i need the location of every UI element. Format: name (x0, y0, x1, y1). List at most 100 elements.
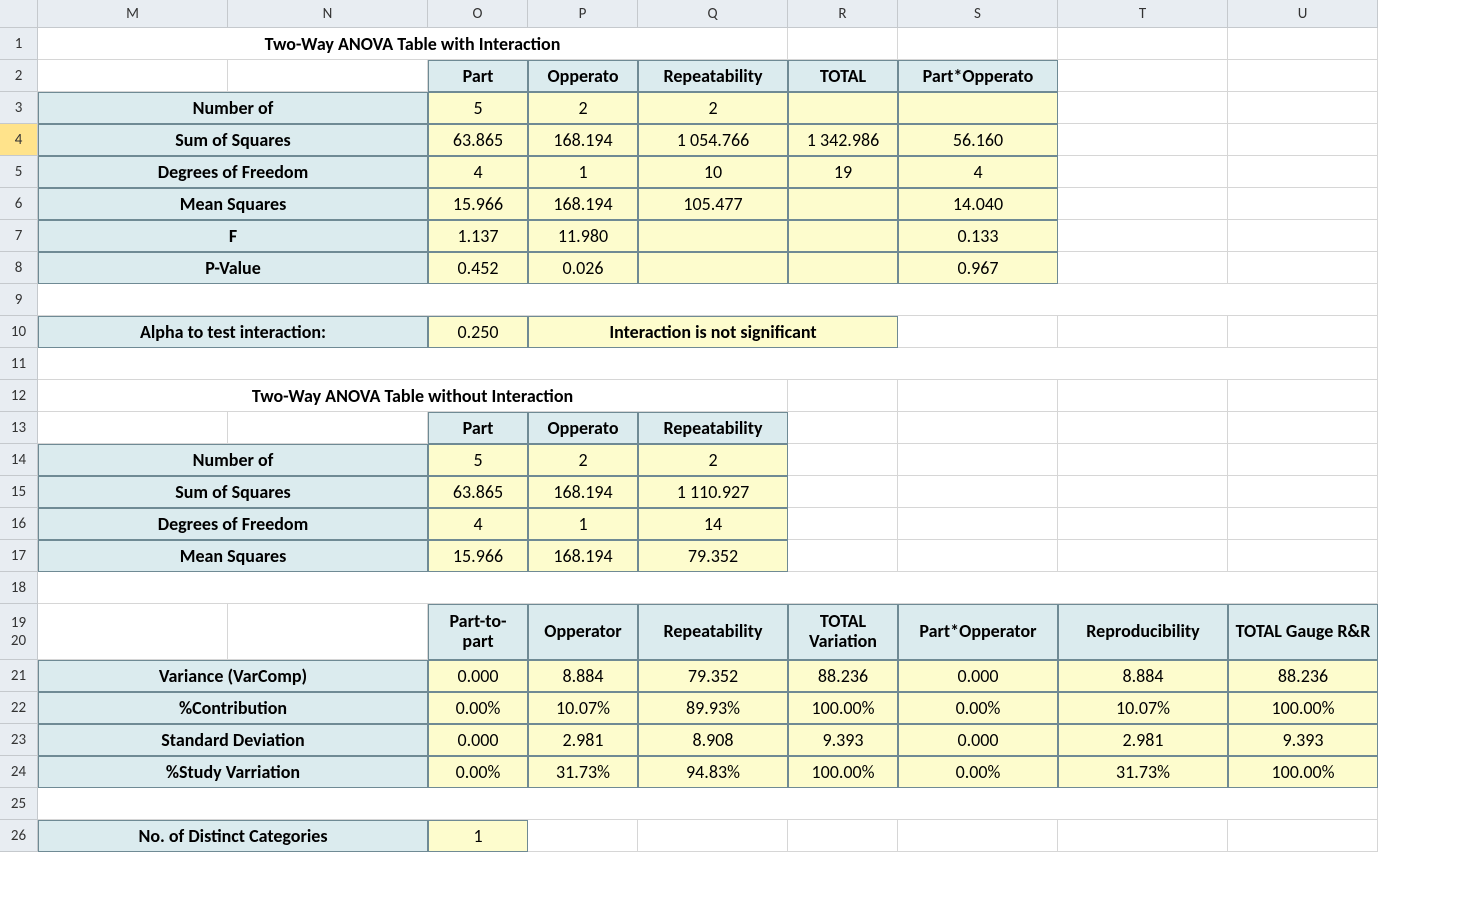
cell[interactable] (898, 820, 1058, 852)
cell[interactable]: 168.194 (528, 540, 638, 572)
cell[interactable] (788, 444, 898, 476)
row-label[interactable]: Mean Squares (38, 188, 428, 220)
col-header-Q[interactable]: Q (638, 0, 788, 28)
row-header[interactable]: 5 (0, 156, 38, 188)
cell[interactable] (788, 188, 898, 220)
cell[interactable] (38, 284, 1378, 316)
cell[interactable] (228, 604, 428, 660)
cell[interactable] (38, 604, 228, 660)
cell[interactable]: 0.452 (428, 252, 528, 284)
row-label[interactable]: Degrees of Freedom (38, 156, 428, 188)
cell[interactable] (38, 60, 228, 92)
cell[interactable] (1228, 156, 1378, 188)
row-header[interactable]: 11 (0, 348, 38, 380)
cell[interactable] (228, 412, 428, 444)
cell[interactable] (1228, 28, 1378, 60)
cell[interactable] (898, 380, 1058, 412)
cell[interactable] (788, 220, 898, 252)
cell[interactable]: 0.000 (898, 660, 1058, 692)
row-label[interactable]: Degrees of Freedom (38, 508, 428, 540)
cell[interactable]: 56.160 (898, 124, 1058, 156)
cell[interactable] (1058, 820, 1228, 852)
cell[interactable]: 1 054.766 (638, 124, 788, 156)
cell[interactable]: 0.000 (428, 724, 528, 756)
cell[interactable] (638, 220, 788, 252)
cell[interactable]: 0.133 (898, 220, 1058, 252)
cell[interactable] (1058, 412, 1228, 444)
cell[interactable]: 4 (428, 508, 528, 540)
cell[interactable]: 31.73% (1058, 756, 1228, 788)
cell[interactable]: 100.00% (1228, 692, 1378, 724)
row-header[interactable]: 8 (0, 252, 38, 284)
cell[interactable] (788, 476, 898, 508)
cell[interactable]: 2 (638, 444, 788, 476)
cell[interactable] (528, 820, 638, 852)
row-header[interactable]: 4 (0, 124, 38, 156)
section2-title[interactable]: Two-Way ANOVA Table without Interaction (38, 380, 788, 412)
cell[interactable] (1228, 508, 1378, 540)
col-header-O[interactable]: O (428, 0, 528, 28)
cell[interactable]: 2 (638, 92, 788, 124)
cell[interactable]: 168.194 (528, 476, 638, 508)
cell[interactable] (898, 92, 1058, 124)
cell[interactable] (1228, 476, 1378, 508)
cell[interactable]: 0.967 (898, 252, 1058, 284)
cell[interactable] (788, 28, 898, 60)
table-header[interactable]: Reproducibility (1058, 604, 1228, 660)
row-label[interactable]: Sum of Squares (38, 476, 428, 508)
cell[interactable]: 79.352 (638, 660, 788, 692)
row-header[interactable]: 15 (0, 476, 38, 508)
spreadsheet[interactable]: M N O P Q R S T U 1 Two-Way ANOVA Table … (0, 0, 1476, 852)
cell[interactable]: 9.393 (1228, 724, 1378, 756)
distinct-value[interactable]: 1 (428, 820, 528, 852)
table-header[interactable]: Opperator (528, 604, 638, 660)
table-header[interactable]: Repeatability (638, 604, 788, 660)
cell[interactable] (1228, 220, 1378, 252)
cell[interactable]: 9.393 (788, 724, 898, 756)
table-header[interactable]: Part-to-part (428, 604, 528, 660)
table-header[interactable]: Repeatability (638, 60, 788, 92)
cell[interactable] (788, 252, 898, 284)
cell[interactable]: 2.981 (528, 724, 638, 756)
cell[interactable] (38, 348, 1378, 380)
table-header[interactable]: Opperato (528, 412, 638, 444)
cell[interactable] (1228, 124, 1378, 156)
cell[interactable]: 168.194 (528, 124, 638, 156)
cell[interactable] (898, 28, 1058, 60)
cell[interactable]: 5 (428, 444, 528, 476)
cell[interactable] (1228, 60, 1378, 92)
cell[interactable]: 100.00% (1228, 756, 1378, 788)
cell[interactable] (898, 444, 1058, 476)
cell[interactable] (38, 572, 1378, 604)
table-header[interactable]: Part*Opperato (898, 60, 1058, 92)
cell[interactable]: 4 (898, 156, 1058, 188)
row-header[interactable]: 24 (0, 756, 38, 788)
cell[interactable] (38, 788, 1378, 820)
cell[interactable] (638, 820, 788, 852)
row-header[interactable]: 23 (0, 724, 38, 756)
row-label[interactable]: %Contribution (38, 692, 428, 724)
cell[interactable] (1058, 316, 1228, 348)
cell[interactable]: 5 (428, 92, 528, 124)
cell[interactable]: 88.236 (788, 660, 898, 692)
cell[interactable] (898, 316, 1058, 348)
row-header[interactable]: 17 (0, 540, 38, 572)
cell[interactable]: 168.194 (528, 188, 638, 220)
cell[interactable]: 100.00% (788, 756, 898, 788)
cell[interactable]: 0.026 (528, 252, 638, 284)
cell[interactable]: 2 (528, 444, 638, 476)
cell[interactable]: 14 (638, 508, 788, 540)
row-header[interactable]: 22 (0, 692, 38, 724)
table-header[interactable]: Part (428, 60, 528, 92)
cell[interactable]: 0.000 (898, 724, 1058, 756)
cell[interactable] (898, 540, 1058, 572)
cell[interactable] (898, 412, 1058, 444)
cell[interactable]: 79.352 (638, 540, 788, 572)
cell[interactable]: 0.00% (898, 756, 1058, 788)
table-header[interactable]: TOTAL Gauge R&R (1228, 604, 1378, 660)
cell[interactable] (1058, 220, 1228, 252)
select-all-corner[interactable] (0, 0, 38, 28)
cell[interactable] (788, 540, 898, 572)
cell[interactable] (1228, 188, 1378, 220)
cell[interactable]: 94.83% (638, 756, 788, 788)
